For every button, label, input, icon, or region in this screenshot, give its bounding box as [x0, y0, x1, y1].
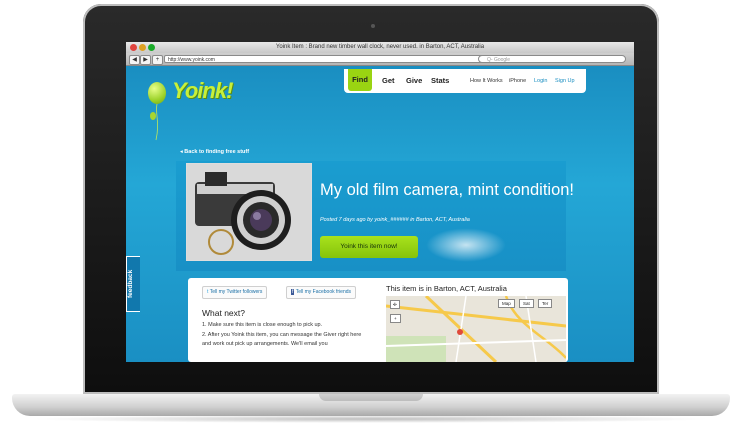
minimize-window-button[interactable]	[139, 44, 146, 51]
nav-signup[interactable]: Sign Up	[555, 78, 575, 84]
item-title: My old film camera, mint condition!	[320, 181, 575, 199]
map-zoom-in-button[interactable]: +	[390, 314, 401, 323]
feedback-tab[interactable]: feedback	[126, 256, 140, 312]
back-to-finding-link[interactable]: ◂ Back to finding free stuff	[180, 149, 249, 155]
nav-give[interactable]: Give	[406, 76, 422, 85]
zoom-window-button[interactable]	[148, 44, 155, 51]
web-page: Yoink! Find Get Give Stats How It Works …	[126, 66, 634, 362]
details-card: t Tell my Twitter followers f Tell my Fa…	[188, 278, 568, 362]
address-bar[interactable]: http://www.yoink.com	[164, 55, 504, 63]
item-meta: Posted 7 days ago by yoink_###### in Bar…	[320, 217, 470, 223]
browser-toolbar: ◀ ▶ + http://www.yoink.com Q- Google	[126, 53, 634, 66]
add-bookmark-button[interactable]: +	[152, 55, 163, 65]
back-button[interactable]: ◀	[129, 55, 140, 65]
camera-photo-icon	[187, 164, 311, 260]
what-next-heading: What next?	[202, 308, 245, 318]
facebook-icon: f	[291, 289, 295, 295]
laptop-notch	[319, 394, 423, 401]
window-title: Yoink Item : Brand new timber wall clock…	[275, 44, 485, 50]
webcam-dot	[371, 24, 375, 28]
map-heading: This item is in Barton, ACT, Australia	[386, 284, 507, 293]
balloon-logo-icon	[148, 82, 166, 104]
map-type-sat-button[interactable]: Sat	[519, 299, 534, 308]
browser-title-bar: Yoink Item : Brand new timber wall clock…	[126, 42, 634, 53]
cloud-decoration	[426, 228, 506, 262]
facebook-share-label: Tell my Facebook friends	[295, 289, 352, 295]
nav-find[interactable]: Find	[348, 69, 372, 91]
nav-stats[interactable]: Stats	[431, 76, 449, 85]
map-pan-control[interactable]: ✣	[390, 300, 400, 309]
location-map[interactable]: ✣ + Map Sat Ter	[386, 296, 566, 362]
screen: Yoink Item : Brand new timber wall clock…	[126, 42, 634, 362]
close-window-button[interactable]	[130, 44, 137, 51]
main-nav: Find Get Give Stats How It Works iPhone …	[344, 69, 586, 93]
step-1: 1. Make sure this item is close enough t…	[202, 322, 323, 328]
nav-login[interactable]: Login	[534, 78, 547, 84]
facebook-share-button[interactable]: f Tell my Facebook friends	[286, 286, 357, 299]
twitter-share-label: Tell my Twitter followers	[209, 289, 263, 295]
yoink-item-button[interactable]: Yoink this item now!	[320, 236, 418, 258]
browser-search-input[interactable]: Q- Google	[478, 55, 626, 63]
laptop-shadow	[30, 415, 712, 423]
map-type-map-button[interactable]: Map	[498, 299, 515, 308]
balloon-strings-icon	[150, 103, 158, 141]
item-photo	[186, 163, 312, 261]
step-2: 2. After you Yoink this item, you can me…	[202, 332, 362, 347]
site-logo[interactable]: Yoink!	[172, 78, 233, 104]
nav-get[interactable]: Get	[382, 76, 395, 85]
map-type-ter-button[interactable]: Ter	[538, 299, 553, 308]
twitter-share-button[interactable]: t Tell my Twitter followers	[202, 286, 268, 299]
forward-button[interactable]: ▶	[140, 55, 151, 65]
back-link-label: Back to finding free stuff	[184, 149, 250, 155]
nav-how-it-works[interactable]: How It Works	[470, 78, 503, 84]
nav-iphone[interactable]: iPhone	[509, 78, 526, 84]
